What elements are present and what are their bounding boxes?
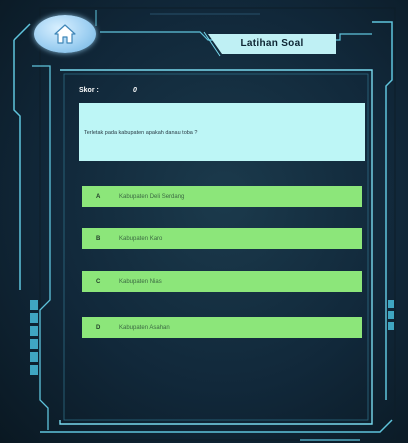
question-text: Terletak pada kabupaten apakah danau tob… [84,130,198,136]
option-b-button[interactable]: B Kabupaten Karo [82,228,362,249]
title-tab: Latihan Soal [208,33,336,53]
sci-fi-frame [13,7,396,441]
page-title: Latihan Soal [240,37,304,49]
question-box: Terletak pada kabupaten apakah danau tob… [79,103,365,161]
option-letter: D [96,324,101,331]
score-display: Skor : 0 [79,84,137,96]
option-c-button[interactable]: C Kabupaten Nias [82,271,362,292]
option-text: Kabupaten Nias [119,278,162,285]
option-letter: B [96,235,101,242]
option-letter: A [96,193,101,200]
option-letter: C [96,278,101,285]
score-value: 0 [133,86,137,94]
home-button[interactable] [34,15,96,53]
home-icon [54,24,76,44]
score-label: Skor : [79,86,99,94]
quiz-screen: Latihan Soal Skor : 0 Terletak pada kabu… [0,0,408,443]
option-text: Kabupaten Deli Serdang [119,193,185,200]
option-d-button[interactable]: D Kabupaten Asahan [82,317,362,338]
option-text: Kabupaten Karo [119,235,163,242]
option-text: Kabupaten Asahan [119,324,170,331]
option-a-button[interactable]: A Kabupaten Deli Serdang [82,186,362,207]
